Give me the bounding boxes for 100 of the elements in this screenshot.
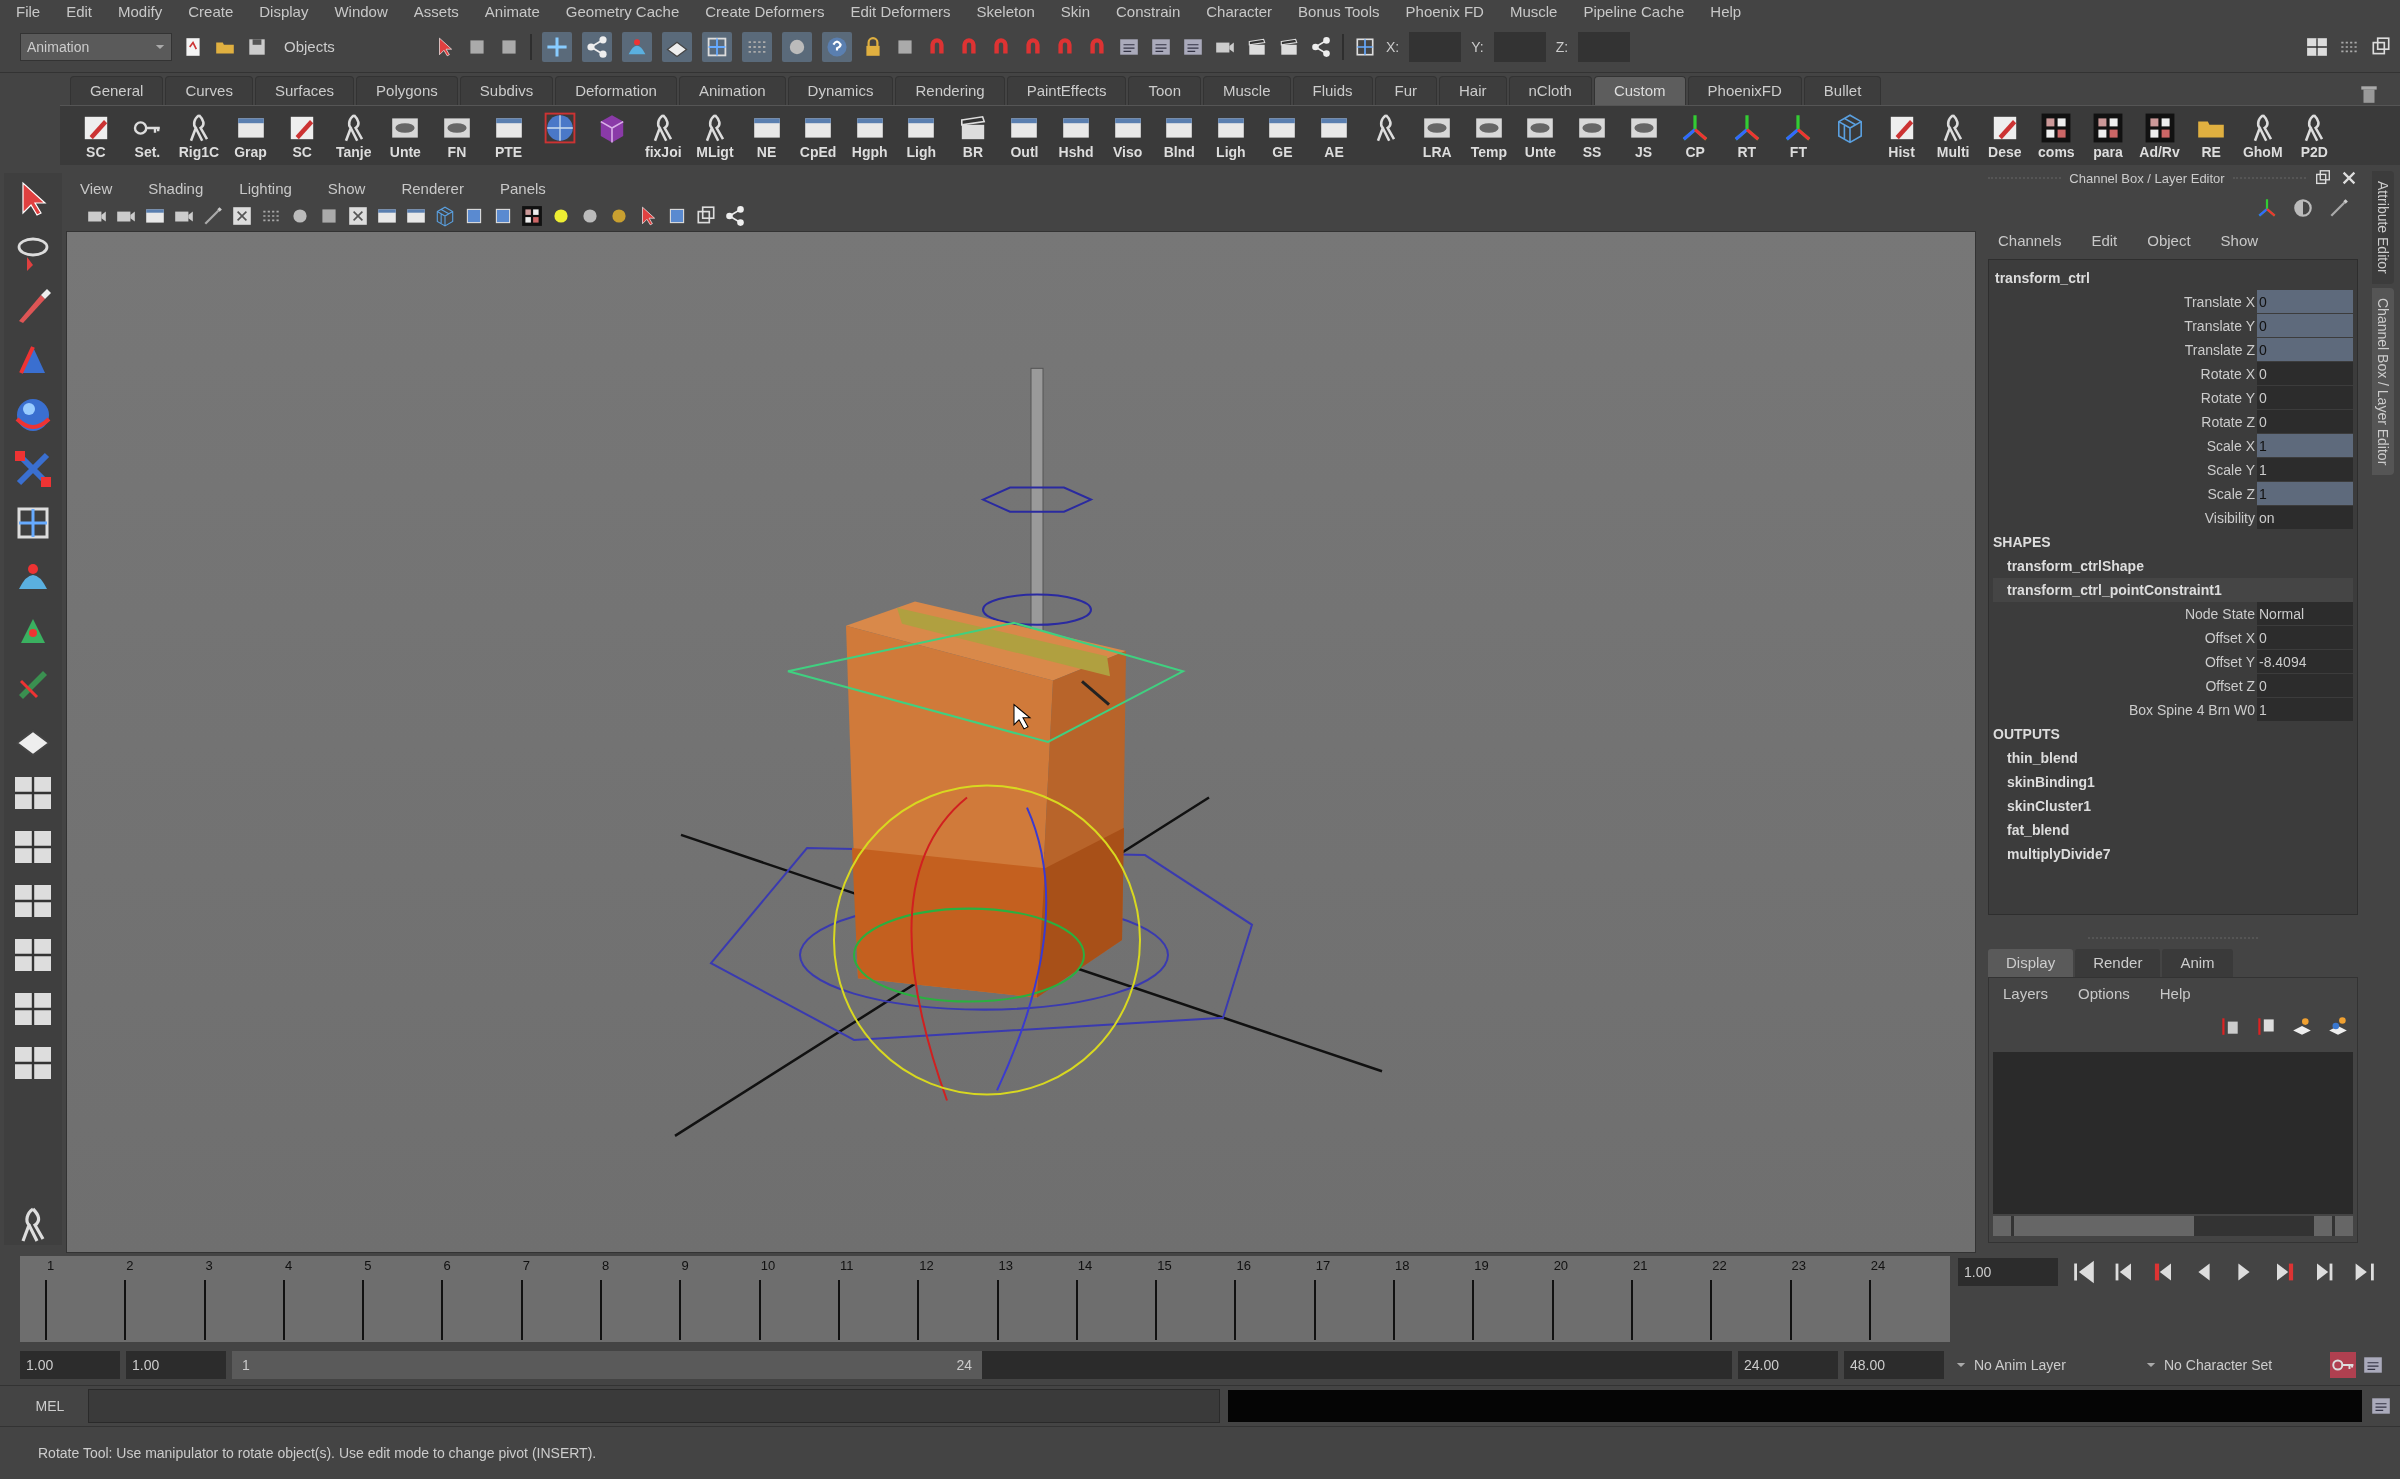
menu-item[interactable]: Bonus Tools [1298,2,1380,20]
shelf-tab[interactable]: Surfaces [254,76,355,105]
shelf-button[interactable]: SC [70,107,122,164]
channel-value-field[interactable]: 1 [2257,458,2353,482]
script-editor-icon[interactable] [2362,1354,2384,1376]
layer-menu-item[interactable]: Help [2159,984,2191,1002]
shelf-tab[interactable]: Toon [1128,76,1201,105]
shelf-tab[interactable]: Animation [678,76,786,105]
shelf-button[interactable]: Temp [1463,107,1515,164]
menu-item[interactable]: Phoenix FD [1405,2,1484,20]
panel-menu-item[interactable]: Panels [499,179,546,197]
horizontal-scrollbar[interactable] [1993,1216,2353,1236]
range-slider[interactable]: 1 24 [232,1351,1732,1379]
shelf-button[interactable]: LRA [1411,107,1464,164]
shelf-button[interactable]: Unte [379,107,432,164]
menu-item[interactable]: Skeleton [976,2,1035,20]
shelf-button[interactable]: fixJoi [637,107,690,164]
save-icon[interactable] [246,36,268,58]
menu-item[interactable]: Skin [1060,2,1091,20]
nodes-icon[interactable] [724,205,746,227]
shelf-button[interactable]: SS [1566,107,1618,164]
panel-menu-item[interactable]: Show [327,179,366,197]
start-time-field[interactable]: 1.00 [20,1351,120,1379]
shelf-button[interactable]: NE [740,107,793,164]
shelf-button[interactable]: Hshd [1050,107,1102,164]
side-tab[interactable]: Channel Box / Layer Editor [2372,287,2394,475]
shelf-button[interactable]: AE [1308,107,1360,164]
shelf-button[interactable]: RT [1721,107,1773,164]
close-icon[interactable] [2340,169,2358,187]
shelf-button[interactable]: Grap [224,107,277,164]
playback-end-field[interactable]: 24.00 [1738,1351,1838,1379]
float-window-icon[interactable] [2314,169,2332,187]
channel-value-field[interactable]: -8.4094 [2257,650,2353,674]
node-name[interactable]: transform_ctrl_pointConstraint1 [1993,578,2353,602]
layer-tab[interactable]: Display [1988,949,2074,977]
character-set-dropdown[interactable]: No Character Set [2140,1351,2324,1379]
manipulator-icon[interactable] [1354,36,1376,58]
shelf-button[interactable]: JS [1617,107,1670,164]
axes-icon[interactable] [2256,197,2278,219]
shelf-button[interactable]: Outl [998,107,1051,164]
lamp-icon[interactable] [2327,1015,2349,1037]
manipulator-icon[interactable] [702,32,732,62]
node-name[interactable]: skinCluster1 [1993,794,2353,818]
channel-value-field[interactable]: on [2257,506,2353,530]
layer-menu-item[interactable]: Options [2078,984,2130,1002]
nodes-icon[interactable] [582,32,612,62]
shelf-button[interactable]: SC [276,107,328,164]
shelf-tab[interactable]: Custom [1593,76,1686,105]
range-slider-thumb[interactable]: 1 24 [232,1351,982,1379]
shelf-button[interactable]: RE [2185,107,2237,164]
layout-icon[interactable] [2306,36,2328,58]
scrollbar-thumb[interactable] [2014,1216,2194,1236]
channel-value-field[interactable]: 0 [2257,386,2353,410]
shelf-tab[interactable]: Muscle [1203,76,1291,105]
clapper-icon[interactable] [1246,36,1268,58]
shelf-tab[interactable]: Hair [1439,76,1507,105]
side-tab[interactable]: Attribute Editor [2372,171,2394,284]
layer-tab[interactable]: Render [2075,949,2161,977]
shelf-button[interactable]: Multi [1927,107,1979,164]
menu-item[interactable]: Create [188,2,234,20]
pick-icon[interactable] [202,205,224,227]
node-name[interactable]: skinBinding1 [1993,770,2353,794]
script-editor-icon[interactable] [1150,36,1172,58]
menu-item[interactable]: File [16,2,41,20]
shelf-button[interactable]: Ad/Rv [2133,107,2186,164]
script-editor-icon[interactable] [2370,1395,2392,1417]
panel-menu-item[interactable]: View [80,179,113,197]
plus-icon[interactable] [542,32,572,62]
menu-item[interactable]: Create Deformers [705,2,825,20]
layer-menu-item[interactable]: Layers [2003,984,2049,1002]
menu-item[interactable]: Character [1206,2,1273,20]
panel-menu-item[interactable]: Lighting [239,179,292,197]
nodes-icon[interactable] [1310,36,1332,58]
shelf-tab[interactable]: PhoenixFD [1687,76,1802,105]
layer-up-icon[interactable] [2219,1015,2241,1037]
shelf-button[interactable]: FT [1772,107,1825,164]
menu-item[interactable]: Edit [66,2,93,20]
half-circle-icon[interactable] [2292,197,2314,219]
shelf-button[interactable]: Hist [1875,107,1928,164]
menu-item[interactable]: Help [1710,2,1742,20]
clapper-icon[interactable] [1278,36,1300,58]
shelf-button[interactable]: para [2082,107,2134,164]
menu-item[interactable]: Window [334,2,388,20]
shelf-tab[interactable]: Subdivs [459,76,554,105]
menu-item[interactable]: Constrain [1116,2,1181,20]
channel-value-field[interactable]: 0 [2257,410,2353,434]
current-time-field[interactable]: 1.00 [1958,1258,2058,1286]
menu-item[interactable]: Pipeline Cache [1583,2,1685,20]
channel-value-field[interactable]: Normal [2257,602,2353,626]
script-editor-icon[interactable] [1182,36,1204,58]
shelf-tab[interactable]: Fur [1374,76,1437,105]
shelf-button[interactable]: GhoM [2236,107,2289,164]
menu-item[interactable]: Geometry Cache [565,2,680,20]
shelf-tab[interactable]: Polygons [356,76,458,105]
shelf-button[interactable]: Hgph [843,107,896,164]
time-ruler[interactable]: 1 2 3 4 5 6 7 8 9 10 11 12 13 14 15 16 17 18 19 20 21 22 23 24 [20,1256,1950,1342]
trash-icon[interactable] [2358,83,2380,105]
wireframe-cube-icon[interactable] [434,205,456,227]
shelf-button[interactable]: Viso [1101,107,1154,164]
node-name[interactable]: fat_blend [1993,818,2353,842]
